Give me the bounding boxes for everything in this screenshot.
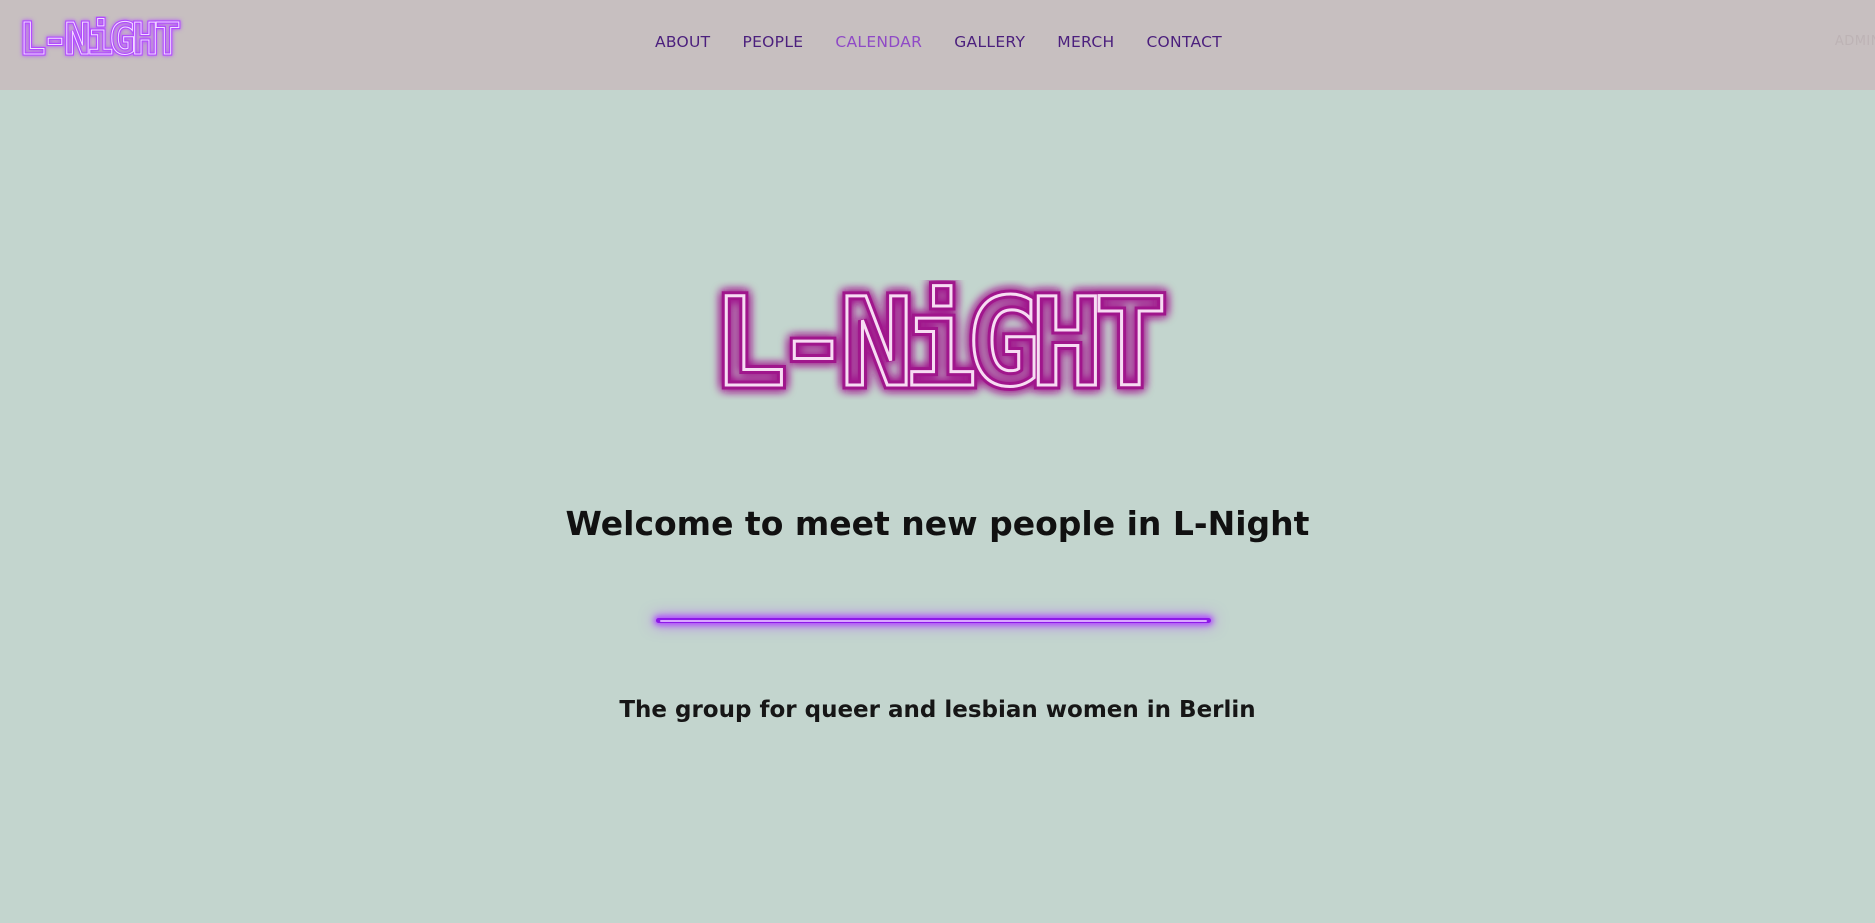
main-nav: ABOUT PEOPLE CALENDAR GALLERY MERCH CONTACT	[0, 0, 1875, 84]
nav-item-contact[interactable]: CONTACT	[1130, 33, 1238, 51]
hero-logo-text-highlight: L-NiGHT	[713, 280, 1163, 400]
nav-item-about[interactable]: ABOUT	[639, 33, 726, 51]
nav-item-calendar[interactable]: CALENDAR	[819, 33, 938, 51]
tagline: The group for queer and lesbian women in…	[619, 697, 1256, 723]
hero-logo: L-NiGHT L-NiGHT	[708, 280, 1177, 400]
site-header: L-NiGHT L-NiGHT ABOUT PEOPLE CALENDAR GALLE…	[0, 0, 1875, 90]
neon-divider	[656, 618, 1211, 623]
welcome-heading: Welcome to meet new people in L-Night	[565, 504, 1310, 543]
nav-item-gallery[interactable]: GALLERY	[938, 33, 1041, 51]
nav-item-merch[interactable]: MERCH	[1041, 33, 1130, 51]
main-nav-list: ABOUT PEOPLE CALENDAR GALLERY MERCH CONTACT	[639, 33, 1238, 51]
admin-link[interactable]: ADMIN	[1835, 34, 1875, 49]
nav-item-people[interactable]: PEOPLE	[726, 33, 819, 51]
